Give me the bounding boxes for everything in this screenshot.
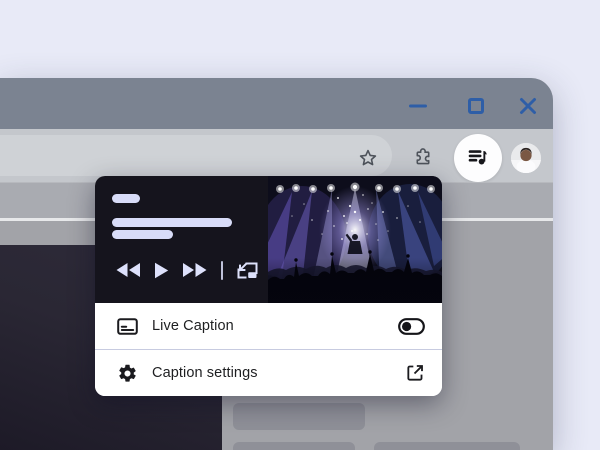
maximize-icon[interactable] [467,97,485,115]
media-controls-button[interactable] [454,134,502,182]
picture-in-picture-icon[interactable] [236,261,259,280]
title-skeleton-bar [112,194,140,203]
browser-toolbar [0,129,553,182]
live-caption-row[interactable]: Live Caption [95,303,442,349]
live-caption-label: Live Caption [152,318,234,334]
address-bar[interactable] [0,135,392,176]
media-artwork [268,176,442,303]
previous-track-icon[interactable] [115,262,141,278]
page-skeleton-card [374,442,520,450]
live-caption-toggle[interactable] [398,318,425,335]
title-skeleton-bar [112,230,173,239]
caption-settings-row[interactable]: Caption settings [95,350,442,396]
controls-divider [221,261,223,280]
extensions-puzzle-icon[interactable] [414,147,434,167]
page-skeleton-card [233,442,355,450]
play-icon[interactable] [154,262,169,279]
profile-avatar[interactable] [511,143,541,173]
minimize-icon[interactable] [409,97,427,115]
next-track-icon[interactable] [182,262,208,278]
caption-settings-label: Caption settings [152,365,258,381]
settings-gear-icon [117,363,138,384]
playback-controls [115,260,259,280]
now-playing-card [95,176,442,303]
window-titlebar [0,78,553,129]
bookmark-star-icon[interactable] [358,148,378,168]
page-skeleton-card [233,403,365,430]
open-in-new-icon[interactable] [405,363,425,383]
media-controls-popup: Live Caption Caption settings [95,176,442,396]
closed-caption-icon [117,316,138,337]
title-skeleton-bar [112,218,232,227]
playlist-music-note-icon [466,145,490,172]
close-icon[interactable] [519,97,537,115]
now-playing-meta [95,176,268,303]
desktop-background: Live Caption Caption settings [0,0,600,450]
